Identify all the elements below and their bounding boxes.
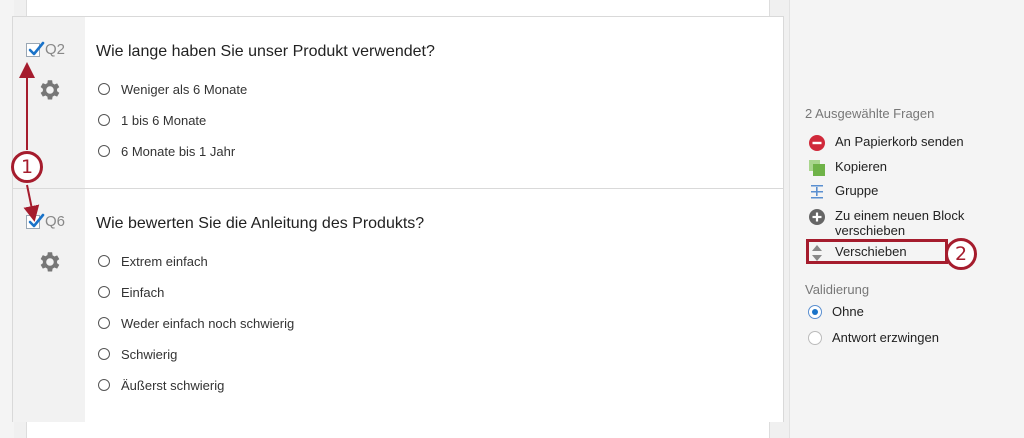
- annotation-badge-1: 1: [11, 151, 43, 183]
- annotation-arrows: [19, 62, 40, 222]
- annotation-highlight-box: [806, 239, 948, 264]
- annotation-badge-2: 2: [945, 238, 977, 270]
- annotation-arrow-down: [23, 184, 40, 222]
